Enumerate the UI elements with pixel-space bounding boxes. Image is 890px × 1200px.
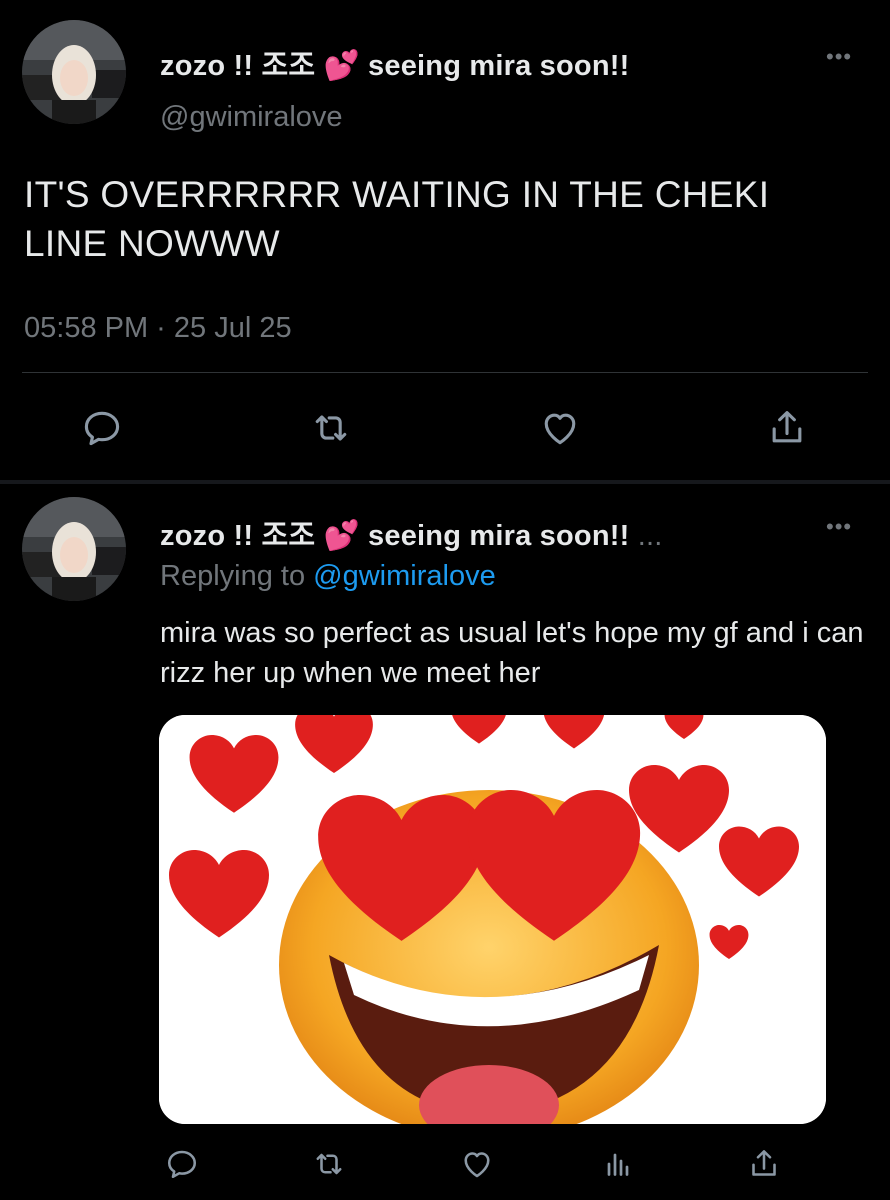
reply-share-button[interactable]	[740, 1140, 788, 1188]
reply-button[interactable]	[78, 404, 126, 452]
retweet-button[interactable]	[307, 404, 355, 452]
reply-icon	[167, 1150, 197, 1179]
display-name[interactable]: zozo !! 조조 💕 seeing mira soon!!	[160, 42, 629, 84]
reply-like-button[interactable]	[453, 1140, 501, 1188]
truncation-ellipsis: ...	[637, 520, 663, 552]
avatar[interactable]	[22, 20, 126, 124]
reply-icon	[84, 411, 120, 446]
reply-reply-button[interactable]	[158, 1140, 206, 1188]
handle[interactable]: @gwimiralove	[160, 101, 343, 134]
share-icon	[772, 411, 802, 443]
like-button[interactable]	[536, 404, 584, 452]
replying-mention-link[interactable]: @gwimiralove	[313, 560, 496, 592]
tweet-text: IT'S OVERRRRRR WAITING IN THE CHEKI LINE…	[24, 174, 770, 264]
reply-retweet-button[interactable]	[305, 1140, 353, 1188]
more-options-icon[interactable]: •••	[826, 46, 852, 68]
retweet-icon	[315, 415, 347, 441]
share-button[interactable]	[763, 404, 811, 452]
reply-media-image[interactable]	[159, 715, 826, 1124]
heart-icon	[464, 1152, 490, 1178]
share-icon	[752, 1150, 776, 1176]
reply-more-options-icon[interactable]: •••	[826, 516, 852, 538]
heart-eyes-emoji-image	[159, 715, 826, 1124]
retweet-icon	[316, 1153, 342, 1175]
timestamp[interactable]: 05:58 PM · 25 Jul 25	[24, 312, 292, 345]
analytics-icon	[607, 1153, 629, 1176]
replying-to: Replying to @gwimiralove	[160, 560, 496, 592]
reply-text: mira was so perfect as usual let's hope …	[160, 617, 864, 689]
divider	[22, 372, 868, 373]
reply-display-name[interactable]: zozo !! 조조 💕 seeing mira soon!! ...	[160, 512, 663, 554]
reply-avatar[interactable]	[22, 497, 126, 601]
reply-views-button[interactable]	[594, 1140, 642, 1188]
thread-divider	[0, 480, 890, 484]
heart-icon	[544, 413, 576, 445]
